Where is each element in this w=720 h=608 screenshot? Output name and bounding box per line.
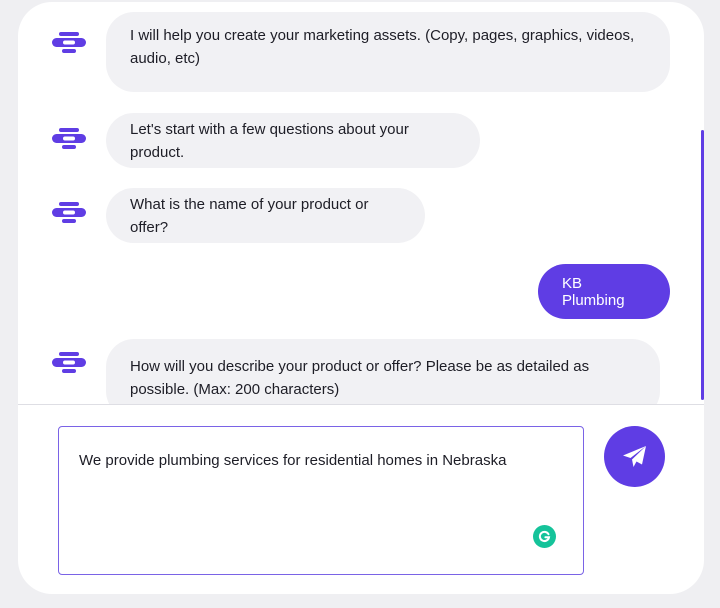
- paper-plane-icon: [622, 445, 646, 467]
- message-input[interactable]: We provide plumbing services for residen…: [58, 426, 584, 575]
- message-list[interactable]: I will help you create your marketing as…: [18, 2, 704, 404]
- bot-message-bubble: Let's start with a few questions about y…: [106, 113, 480, 168]
- bot-message-bubble: What is the name of your product or offe…: [106, 188, 425, 243]
- grammarly-icon[interactable]: [533, 525, 556, 548]
- bot-message-bubble: I will help you create your marketing as…: [106, 12, 670, 92]
- bot-message-bubble: How will you describe your product or of…: [106, 339, 660, 404]
- bot-message-text: What is the name of your product or offe…: [130, 195, 369, 236]
- send-button[interactable]: [604, 426, 665, 487]
- bot-avatar-icon: [52, 352, 86, 373]
- bot-avatar-icon: [52, 202, 86, 223]
- chat-card: I will help you create your marketing as…: [18, 2, 704, 594]
- bot-avatar-icon: [52, 128, 86, 149]
- user-message-bubble: KB Plumbing: [538, 264, 670, 319]
- user-message-text: KB Plumbing: [562, 274, 625, 309]
- bot-avatar-icon: [52, 32, 86, 53]
- bot-message-text: I will help you create your marketing as…: [130, 27, 635, 67]
- scrollbar[interactable]: [701, 130, 704, 400]
- composer-divider: [18, 404, 704, 405]
- bot-message-text: Let's start with a few questions about y…: [130, 120, 409, 161]
- message-input-value[interactable]: We provide plumbing services for residen…: [79, 451, 563, 471]
- bot-message-text: How will you describe your product or of…: [130, 358, 590, 398]
